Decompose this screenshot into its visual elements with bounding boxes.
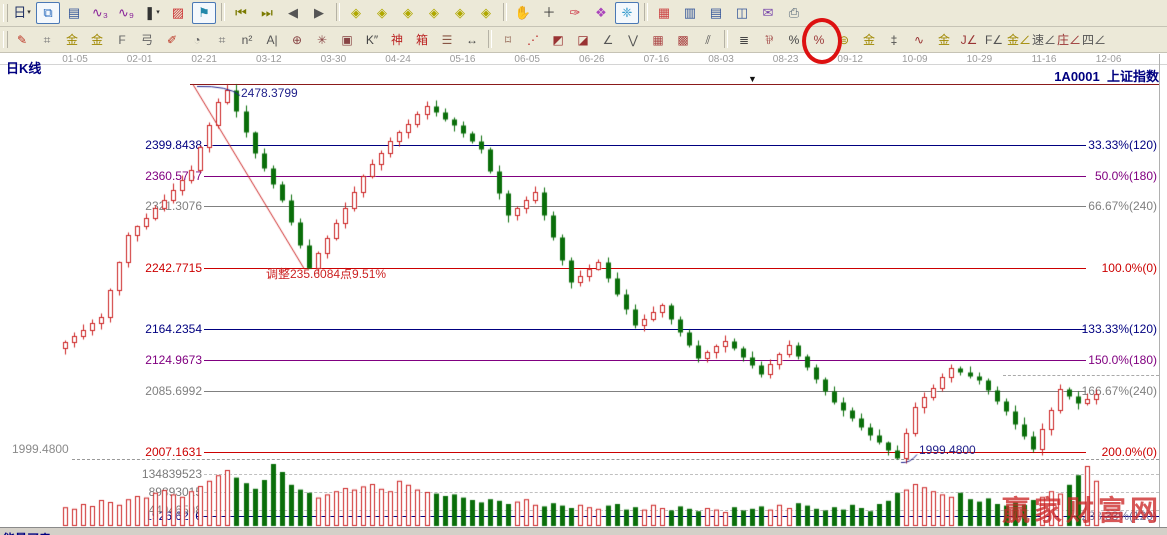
status-bar: 能量买卖 (0, 527, 1167, 535)
gold-under-icon[interactable]: 金 (932, 29, 956, 51)
gold-circle-icon[interactable]: ⊜ (832, 29, 856, 51)
golden-section-v-icon[interactable]: 金 (85, 29, 109, 51)
fan-lines-icon[interactable]: ⋰ (521, 29, 545, 51)
text-note-icon[interactable]: A| (260, 29, 284, 51)
grid-tool-icon[interactable]: ⌗ (35, 29, 59, 51)
info-board-icon[interactable]: ▤ (62, 2, 86, 24)
zhuang-angle-icon[interactable]: 庄∠ (1057, 29, 1081, 51)
pin-brush-icon[interactable]: ‡ (882, 29, 906, 51)
toolbar-separator (221, 3, 225, 21)
wave-a-icon[interactable]: ∿ (907, 29, 931, 51)
percent-7-icon[interactable]: ⅌ (757, 29, 781, 51)
toolbar-separator (336, 3, 340, 21)
wave-9-icon[interactable]: ∿₉ (114, 2, 138, 24)
four-angle-icon[interactable]: 四∠ (1082, 29, 1106, 51)
toolbar-separator (503, 3, 507, 21)
cycle-circle-icon[interactable]: ◔ (185, 29, 209, 51)
red-grid-2-icon[interactable]: ▩ (671, 29, 695, 51)
f-angle-icon[interactable]: F∠ (982, 29, 1006, 51)
percent-plain-icon[interactable]: % (782, 29, 806, 51)
annotation-pin-icon[interactable]: ✑ (563, 2, 587, 24)
save-disk-icon[interactable]: ◫ (730, 2, 754, 24)
stock-app-window: 日▾⧉▤∿₃∿₉❚▾▨⚑⏮⏭◀▶◈◈◈◈◈◈✋＋✑❖❈▦▥▤◫✉⎙ ✎⌗金金F弓… (0, 0, 1167, 535)
golden-section-h-icon[interactable]: 金 (60, 29, 84, 51)
drag-hand-icon[interactable]: ✋ (511, 2, 535, 24)
compress-h-diamond-icon[interactable]: ◈ (422, 2, 446, 24)
fib-f-tool-icon[interactable]: F (110, 29, 134, 51)
prev-candle-icon[interactable]: ◀ (281, 2, 305, 24)
kline-period-icon[interactable]: 日▾ (10, 2, 34, 24)
erase-brush-icon[interactable]: ✐ (160, 29, 184, 51)
scroll-left-diamond-icon[interactable]: ◈ (344, 2, 368, 24)
draw-pencil-icon[interactable]: ✎ (10, 29, 34, 51)
bar-style-icon[interactable]: ❚▾ (140, 2, 164, 24)
zigzag-wave-icon[interactable]: ⋁ (621, 29, 645, 51)
stamp-tool-icon[interactable]: ▨ (166, 2, 190, 24)
k-mark-icon[interactable]: K″ (360, 29, 384, 51)
toolbar-separator (724, 30, 728, 48)
crosshair-icon[interactable]: ＋ (537, 2, 561, 24)
expand-all-diamond-icon[interactable]: ◈ (448, 2, 472, 24)
last-page-icon[interactable]: ⏭ (255, 2, 279, 24)
drawing-toolbar: ✎⌗金金F弓✐◔⌗n²A|⊕✳▣K″神箱☰↔⌑⋰◩◪∠⋁▦▩⫽≣⅌%%⊜金‡∿金… (0, 27, 1167, 53)
percent-lines-icon[interactable]: % (807, 29, 831, 51)
smart-assist-icon[interactable]: ❈ (615, 2, 639, 24)
gold-lines-icon[interactable]: 金 (857, 29, 881, 51)
shen-tool-icon[interactable]: 神 (385, 29, 409, 51)
kline-chart-panel[interactable]: 01-0502-0102-2103-1203-3004-2405-1606-05… (0, 53, 1167, 527)
gann-fan-box-icon[interactable]: ◩ (546, 29, 570, 51)
ladder-levels-icon[interactable]: ≣ (732, 29, 756, 51)
angle-line-icon[interactable]: ∠ (596, 29, 620, 51)
circle-target-icon[interactable]: ⊕ (285, 29, 309, 51)
parallel-lines-icon[interactable]: ⫽ (696, 29, 720, 51)
bottom-tab-energy[interactable]: 能量买卖 (3, 530, 51, 535)
gann-tool-icon[interactable]: 弓 (135, 29, 159, 51)
calculator-icon[interactable]: ▥ (678, 2, 702, 24)
speed-angle-icon[interactable]: 速∠ (1032, 29, 1056, 51)
color-flag-icon[interactable]: ⚑ (192, 2, 216, 24)
j-angle-icon[interactable]: J∠ (957, 29, 981, 51)
toolbar-separator (644, 3, 648, 21)
price-channel-icon[interactable]: ⌗ (210, 29, 234, 51)
chart-canvas[interactable] (0, 53, 1167, 527)
scroll-right-diamond-icon[interactable]: ◈ (370, 2, 394, 24)
star-burst-icon[interactable]: ✳ (310, 29, 334, 51)
red-grid-icon[interactable]: ▦ (646, 29, 670, 51)
ruler-123-icon[interactable]: ☰ (435, 29, 459, 51)
toolbar-separator (488, 30, 492, 48)
expand-h-diamond-icon[interactable]: ◈ (396, 2, 420, 24)
magic-wand-icon[interactable]: ❖ (589, 2, 613, 24)
gann-grid-box-icon[interactable]: ◪ (571, 29, 595, 51)
span-measure-icon[interactable]: ↔ (460, 29, 484, 51)
boxed-grid-icon[interactable]: ▣ (335, 29, 359, 51)
anchor-box-icon[interactable]: ⌑ (496, 29, 520, 51)
main-toolbar: 日▾⧉▤∿₃∿₉❚▾▨⚑⏮⏭◀▶◈◈◈◈◈◈✋＋✑❖❈▦▥▤◫✉⎙ (0, 0, 1167, 27)
mail-export-icon[interactable]: ✉ (756, 2, 780, 24)
report-notes-icon[interactable]: ▤ (704, 2, 728, 24)
wave-3-icon[interactable]: ∿₃ (88, 2, 112, 24)
first-page-icon[interactable]: ⏮ (229, 2, 253, 24)
next-candle-icon[interactable]: ▶ (307, 2, 331, 24)
compress-all-diamond-icon[interactable]: ◈ (474, 2, 498, 24)
gold-angle-icon[interactable]: 金∠ (1007, 29, 1031, 51)
calendar-icon[interactable]: ▦ (652, 2, 676, 24)
printer-icon[interactable]: ⎙ (782, 2, 806, 24)
n-square-icon[interactable]: n² (235, 29, 259, 51)
box-tool-icon[interactable]: 箱 (410, 29, 434, 51)
region-zoom-icon[interactable]: ⧉ (36, 2, 60, 24)
